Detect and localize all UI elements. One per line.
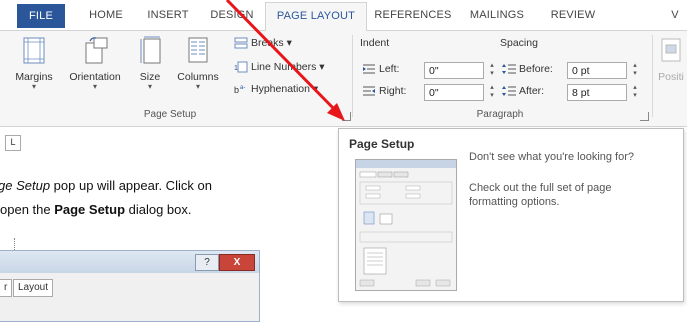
position-button[interactable]: Positi [655,35,687,83]
instruction-text: open the [0,202,55,217]
tab-review[interactable]: REVIEW [542,0,604,30]
svg-text:b: b [234,85,239,95]
breaks-button[interactable]: Breaks ▾ [234,37,292,49]
tooltip-line-2: Check out the full set of page formattin… [469,182,612,208]
tab-view-partial[interactable]: V [665,0,685,30]
spacing-before-icon [502,64,516,75]
spacing-before-label: Before: [519,63,553,75]
chevron-down-icon: ▾ [147,82,152,91]
breaks-icon [234,37,248,49]
margins-icon [23,37,45,64]
close-button[interactable]: X [219,254,255,271]
tab-home[interactable]: HOME [78,0,134,30]
paragraph-dialog-launcher-icon[interactable] [640,112,649,121]
svg-text:1: 1 [234,65,238,72]
spacing-before-label-row: Before: [502,63,553,75]
indent-left-icon [363,64,375,74]
indent-right-label-row: Right: [362,85,406,97]
paragraph-group-label: Paragraph [476,109,524,120]
tab-page-layout[interactable]: PAGE LAYOUT [265,2,367,33]
indent-heading: Indent [360,37,390,49]
instruction-line-1: ge Setup pop up will appear. Click on [0,178,212,193]
tab-references[interactable]: REFERENCES [372,0,454,30]
page-setup-dialog-launcher-icon[interactable] [342,112,351,121]
tab-insert[interactable]: INSERT [140,0,196,30]
ribbon-tab-bar: FILE HOME INSERT DESIGN PAGE LAYOUT REFE… [0,0,687,33]
chevron-down-icon: ▾ [286,37,292,49]
page-setup-group-label: Page Setup [143,109,197,120]
spacing-after-spinner[interactable]: ▴ ▾ [630,84,640,101]
svg-text:a-: a- [240,85,245,91]
dialog-tab-layout[interactable]: Layout [13,279,54,297]
indent-left-input[interactable]: 0" [424,62,484,79]
chevron-down-icon: ▾ [319,61,325,73]
spacing-before-spinner[interactable]: ▴ ▾ [630,62,640,79]
indent-right-spinner[interactable]: ▴ ▾ [487,84,497,101]
spacing-after-icon [502,86,516,97]
tooltip-title: Page Setup [349,137,415,151]
size-button[interactable]: Size ▾ [130,35,170,91]
page-size-icon [140,36,161,64]
indent-right-input[interactable]: 0" [424,84,484,101]
instruction-italic: ge Setup [0,178,51,193]
breaks-label: Breaks [251,37,284,49]
help-button[interactable]: ? [195,254,219,271]
instruction-text: pop up will appear. Click on [50,178,212,193]
page-setup-tooltip: Page Setup Don't see what you're looking… [338,128,684,302]
columns-icon [188,37,208,63]
hyphenation-label: Hyphenation [251,83,310,95]
page-setup-preview-icon [355,159,457,291]
line-numbers-label: Line Numbers [251,61,317,73]
group-divider [352,35,353,117]
spacing-after-input[interactable]: 8 pt [567,84,627,101]
tab-mailings[interactable]: MAILINGS [462,0,532,30]
tab-design[interactable]: DESIGN [203,0,261,30]
tooltip-line-1: Don't see what you're looking for? [469,151,635,163]
columns-button[interactable]: Columns ▾ [172,35,224,91]
instruction-text: dialog box. [125,202,192,217]
chevron-down-icon: ▾ [92,82,97,91]
spacing-before-input[interactable]: 0 pt [567,62,627,79]
dialog-tab-paper[interactable]: r [0,279,13,297]
chevron-down-icon: ▾ [195,82,200,91]
instruction-bold: Page Setup [54,202,126,217]
hyphenation-button[interactable]: b a- Hyphenation ▾ [234,83,318,95]
orientation-button[interactable]: Orientation ▾ [62,35,128,91]
indent-left-spinner[interactable]: ▴ ▾ [487,62,497,79]
line-numbers-icon: 1 [234,61,248,73]
spacing-after-label-row: After: [502,85,544,97]
indent-left-label-row: Left: [362,63,399,75]
group-divider [652,35,653,117]
page-setup-dialog-preview: ? X r Layout [0,250,260,322]
position-label: Positi [658,71,684,83]
tab-selector[interactable]: L [5,135,21,151]
tab-file[interactable]: FILE [17,4,65,28]
position-icon [661,38,681,62]
orientation-icon [85,37,108,64]
spacing-after-label: After: [519,85,545,97]
indent-right-icon [363,86,375,96]
spacing-heading: Spacing [500,37,538,49]
ribbon-panel: Margins ▾ Orientation ▾ Size ▾ Columns ▾… [0,31,687,127]
hyphenation-icon: b a- [234,85,245,95]
margins-button[interactable]: Margins ▾ [6,35,62,91]
indent-left-label: Left: [379,63,400,75]
line-numbers-button[interactable]: 1 Line Numbers ▾ [234,61,325,73]
chevron-down-icon: ▾ [31,82,36,91]
indent-right-label: Right: [379,85,407,97]
chevron-down-icon: ▾ [312,83,319,95]
instruction-line-2: open the Page Setup dialog box. [0,202,192,217]
